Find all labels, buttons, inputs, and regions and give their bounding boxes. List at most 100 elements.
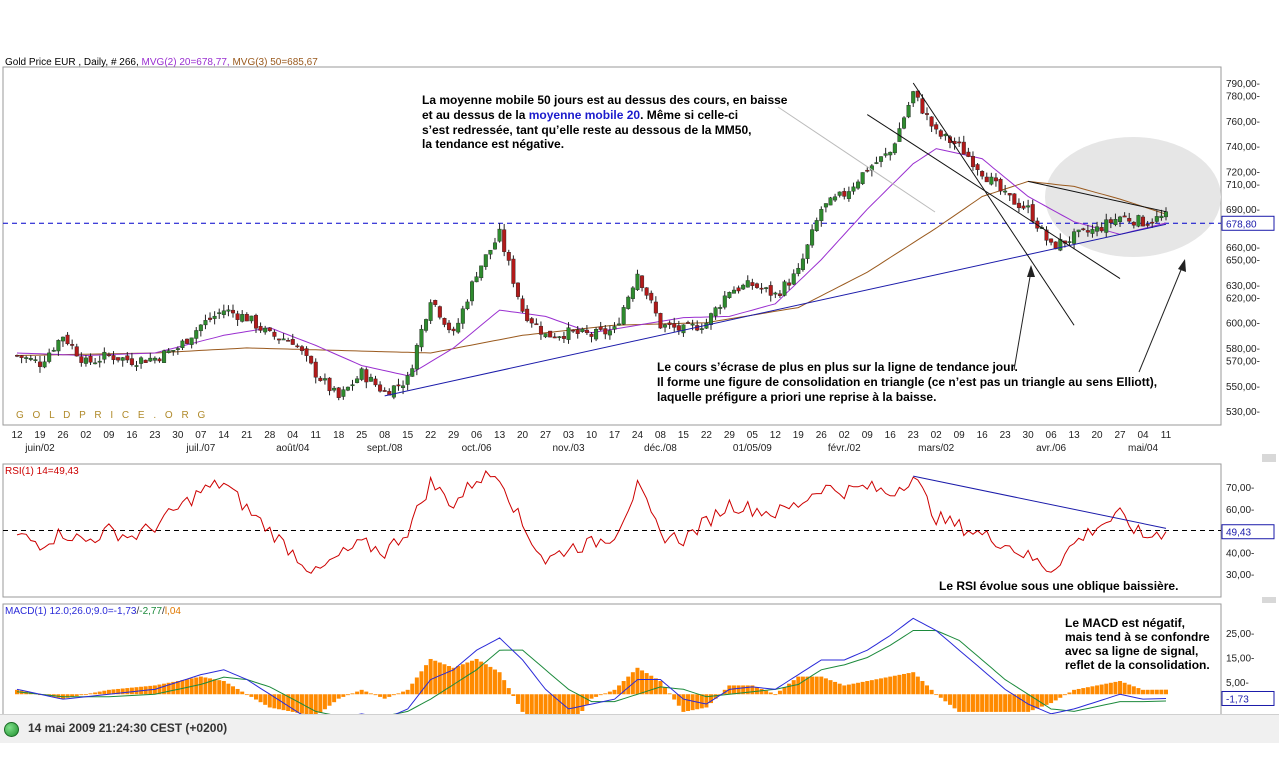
macd-hist-bar — [253, 694, 258, 700]
x-day-label: 29 — [724, 430, 736, 441]
macd-hist-bar — [470, 660, 475, 695]
macd-hist-bar — [879, 678, 884, 695]
x-day-label: 02 — [931, 430, 943, 441]
price-tick-label: 740,00- — [1226, 142, 1260, 153]
rsi-tick-label: 40,00- — [1226, 548, 1254, 559]
top-annotation-line: La moyenne mobile 50 jours est au dessus… — [422, 93, 788, 107]
macd-hist-bar — [980, 694, 985, 712]
candle — [185, 338, 190, 345]
macd-hist-bar — [515, 694, 520, 704]
macd-hist-bar — [502, 680, 507, 695]
x-day-label: 09 — [954, 430, 966, 441]
macd-hist-bar — [520, 694, 525, 712]
status-timestamp: 14 mai 2009 21:24:30 CEST (+0200) — [28, 721, 228, 735]
macd-hist-bar — [226, 683, 231, 695]
macd-hist-bar — [97, 691, 102, 695]
macd-hist-bar — [198, 676, 203, 695]
macd-hist-bar — [663, 687, 668, 695]
macd-hist-bar — [833, 681, 838, 695]
macd-hist-bar — [929, 689, 934, 695]
macd-tick-label: 25,00- — [1226, 629, 1254, 640]
macd-hist-bar — [1072, 689, 1077, 695]
x-day-label: 27 — [1114, 430, 1126, 441]
candle — [594, 327, 599, 342]
bottom-annotation-line: Il forme une figure de consolidation en … — [657, 375, 1157, 389]
macd-hist-bar — [943, 694, 948, 702]
macd-hist-bar — [1095, 685, 1100, 695]
macd-tick-label: 5,00- — [1226, 678, 1249, 689]
rsi-header: RSI(1) 14=49,43 — [5, 466, 79, 477]
macd-hist-bar — [777, 690, 782, 695]
macd-hist-bar — [212, 679, 217, 695]
macd-hist-bar — [1108, 682, 1113, 695]
x-day-label: 03 — [563, 430, 575, 441]
candle — [626, 295, 631, 310]
macd-annotation-line: reflet de la consolidation. — [1065, 658, 1210, 672]
macd-hist-bar — [79, 694, 84, 696]
macd-hist-bar — [874, 679, 879, 695]
x-month-label: févr./02 — [828, 443, 861, 454]
macd-hist-bar — [640, 670, 645, 695]
macd-hist-bar — [594, 694, 599, 697]
macd-hist-bar — [934, 694, 939, 696]
macd-hist-bar — [869, 680, 874, 695]
macd-hist-bar — [920, 681, 925, 695]
x-day-label: 02 — [839, 430, 851, 441]
x-day-label: 14 — [218, 430, 230, 441]
macd-hist-bar — [313, 694, 318, 717]
price-tick-label: 780,00- — [1226, 92, 1260, 103]
x-month-label: oct./06 — [462, 443, 492, 454]
x-month-label: juin/02 — [24, 443, 55, 454]
price-tick-label: 570,00- — [1226, 357, 1260, 368]
macd-hist-bar — [345, 694, 350, 696]
macd-hist-bar — [1127, 684, 1132, 695]
macd-hist-bar — [322, 694, 327, 710]
macd-hist-bar — [1118, 681, 1123, 695]
macd-hist-bar — [998, 694, 1003, 712]
macd-hist-bar — [364, 691, 369, 695]
macd-hist-bar — [401, 691, 406, 695]
macd-hist-bar — [787, 683, 792, 695]
macd-hist-bar — [686, 694, 691, 712]
macd-hist-bar — [304, 694, 309, 715]
macd-hist-bar — [1049, 694, 1054, 704]
macd-hist-bar — [221, 681, 226, 695]
candle — [309, 355, 314, 365]
macd-hist-bar — [437, 662, 442, 695]
macd-hist-bar — [382, 694, 387, 699]
macd-hist-bar — [332, 694, 337, 703]
candle — [902, 116, 907, 130]
macd-hist-bar — [796, 676, 801, 695]
macd-tick-label: 15,00- — [1226, 654, 1254, 665]
macd-hist-bar — [1099, 684, 1104, 695]
macd-hist-bar — [341, 694, 346, 697]
macd-hist-bar — [947, 694, 952, 705]
macd-hist-bar — [966, 694, 971, 712]
macd-hist-bar — [1062, 694, 1067, 696]
price-tick-label: 690,00- — [1226, 205, 1260, 216]
candle — [860, 172, 865, 186]
panel-resize-handle[interactable] — [1262, 454, 1276, 462]
macd-hist-bar — [263, 694, 268, 705]
macd-hist-bar — [1003, 694, 1008, 712]
rsi-tick-label: 70,00- — [1226, 483, 1254, 494]
macd-hist-bar — [1090, 686, 1095, 695]
macd-hist-bar — [506, 688, 511, 695]
top-annotation-line: s’est redressée, tant qu’elle reste au d… — [422, 123, 751, 137]
x-day-label: 06 — [1046, 430, 1058, 441]
status-bar: 14 mai 2009 21:24:30 CEST (+0200) — [0, 714, 1279, 743]
macd-hist-bar — [782, 687, 787, 695]
price-tick-label: 630,00- — [1226, 281, 1260, 292]
macd-hist-bar — [387, 694, 392, 697]
macd-hist-bar — [1067, 692, 1072, 695]
panel-resize-handle[interactable] — [1262, 597, 1276, 603]
candle — [437, 305, 442, 320]
macd-annotation-line: avec sa ligne de signal, — [1065, 644, 1198, 658]
candle — [143, 359, 148, 363]
x-day-label: 25 — [356, 430, 368, 441]
macd-hist-bar — [350, 693, 355, 695]
macd-hist-bar — [860, 681, 865, 695]
macd-hist-bar — [626, 676, 631, 695]
x-day-label: 20 — [517, 430, 529, 441]
macd-hist-bar — [1044, 694, 1049, 705]
